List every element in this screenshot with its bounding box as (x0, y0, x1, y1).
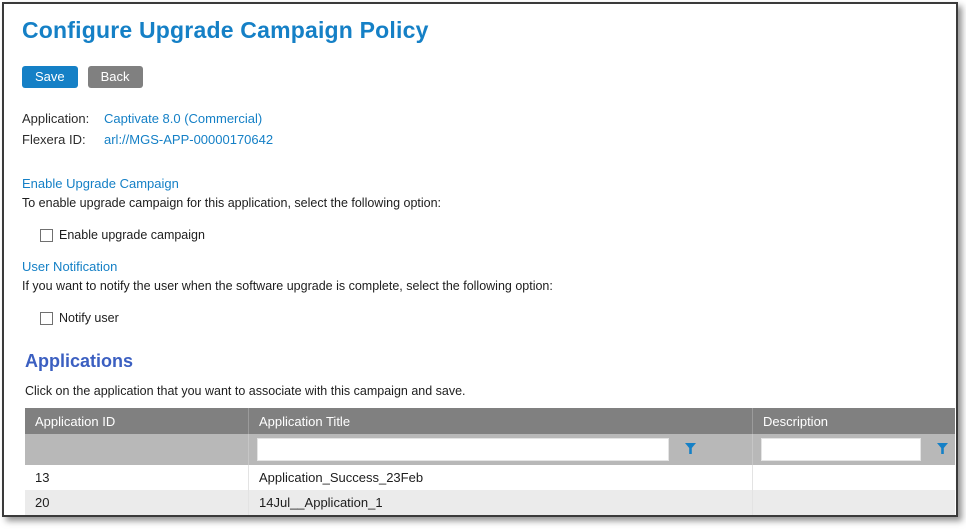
cell-application-id: 13 (25, 465, 248, 490)
filter-cell-application-id (25, 434, 248, 465)
user-notification-heading: User Notification (22, 259, 938, 275)
cell-application-title: Application_Success_23Feb (248, 465, 752, 490)
flexera-id-link[interactable]: arl://MGS-APP-00000170642 (104, 129, 273, 150)
application-info: Application: Captivate 8.0 (Commercial) … (22, 108, 938, 150)
application-title-filter-button[interactable] (684, 442, 697, 458)
page-title: Configure Upgrade Campaign Policy (22, 16, 938, 44)
configure-upgrade-campaign-window: Configure Upgrade Campaign Policy Save B… (2, 2, 958, 517)
applications-description: Click on the application that you want t… (25, 384, 938, 399)
application-title-filter-input[interactable] (257, 438, 669, 461)
applications-table-filter-row (25, 434, 955, 465)
column-header-application-title[interactable]: Application Title (248, 408, 752, 434)
column-header-application-id[interactable]: Application ID (25, 408, 248, 434)
filter-icon (936, 442, 949, 458)
application-link[interactable]: Captivate 8.0 (Commercial) (104, 108, 262, 129)
enable-upgrade-campaign-checkbox-row: Enable upgrade campaign (40, 227, 938, 243)
description-filter-input[interactable] (761, 438, 921, 461)
applications-table-header: Application ID Application Title Descrip… (25, 408, 955, 434)
filter-cell-description (752, 434, 955, 465)
notify-user-checkbox-label: Notify user (59, 311, 119, 325)
save-button[interactable]: Save (22, 66, 78, 88)
description-filter-button[interactable] (936, 442, 949, 458)
table-row[interactable]: 13 Application_Success_23Feb (25, 465, 955, 490)
cell-application-id: 20 (25, 490, 248, 515)
enable-upgrade-campaign-checkbox[interactable] (40, 229, 53, 242)
cell-application-title: 14Jul__Application_1 (248, 490, 752, 515)
column-header-description[interactable]: Description (752, 408, 955, 434)
enable-upgrade-campaign-checkbox-label: Enable upgrade campaign (59, 228, 205, 242)
flexera-id-row: Flexera ID: arl://MGS-APP-00000170642 (22, 129, 938, 150)
back-button[interactable]: Back (88, 66, 143, 88)
cell-description (752, 490, 955, 515)
filter-icon (684, 442, 697, 458)
enable-upgrade-campaign-heading: Enable Upgrade Campaign (22, 176, 938, 192)
enable-upgrade-campaign-description: To enable upgrade campaign for this appl… (22, 196, 938, 211)
notify-user-checkbox-row: Notify user (40, 310, 938, 326)
flexera-id-label: Flexera ID: (22, 129, 104, 150)
user-notification-description: If you want to notify the user when the … (22, 279, 938, 294)
notify-user-checkbox[interactable] (40, 312, 53, 325)
applications-heading: Applications (25, 350, 938, 372)
table-row[interactable]: 20 14Jul__Application_1 (25, 490, 955, 515)
cell-description (752, 465, 955, 490)
toolbar: Save Back (22, 66, 938, 88)
application-row: Application: Captivate 8.0 (Commercial) (22, 108, 938, 129)
applications-table: Application ID Application Title Descrip… (25, 408, 955, 515)
application-label: Application: (22, 108, 104, 129)
filter-cell-application-title (248, 434, 752, 465)
